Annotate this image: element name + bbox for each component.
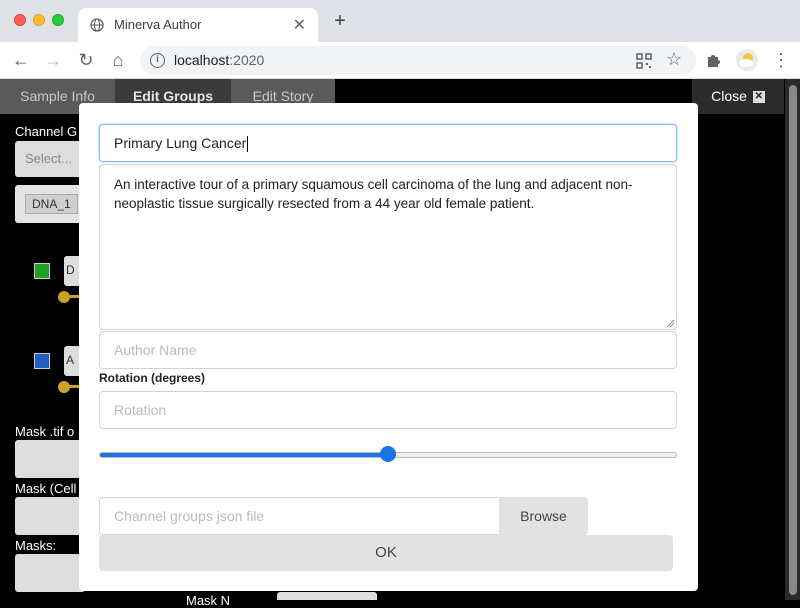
back-icon[interactable]: ←: [10, 49, 32, 71]
rotation-input[interactable]: Rotation: [99, 391, 677, 429]
story-details-modal: Primary Lung Cancer An interactive tour …: [79, 103, 698, 591]
address-bar[interactable]: i localhost:2020 ☆: [140, 46, 696, 75]
mask-tif-label: Mask .tif o: [15, 424, 75, 439]
channel-color-swatch[interactable]: [34, 353, 50, 369]
story-title-input[interactable]: Primary Lung Cancer: [99, 124, 677, 162]
ok-button[interactable]: OK: [99, 535, 673, 571]
window-maximize-button[interactable]: [52, 14, 64, 26]
browser-tab[interactable]: Minerva Author ✕: [78, 8, 318, 42]
channel-range-handle[interactable]: [58, 291, 70, 303]
mask-name-label: Mask N: [186, 593, 231, 608]
page-scrollbar[interactable]: [785, 79, 800, 600]
channel-color-swatch[interactable]: [34, 263, 50, 279]
masks-input[interactable]: [15, 554, 85, 592]
url-host: localhost: [174, 52, 230, 68]
close-label: Close: [711, 88, 747, 104]
story-description-textarea[interactable]: An interactive tour of a primary squamou…: [99, 164, 677, 330]
channel-groups-json-input[interactable]: Channel groups json file: [99, 497, 501, 535]
tab-close-icon[interactable]: ✕: [293, 15, 306, 35]
masks-label: Masks:: [15, 538, 57, 553]
channel-chip[interactable]: DNA_1: [25, 194, 78, 214]
mask-tif-input[interactable]: [15, 440, 85, 478]
channel-groups-label: Channel G: [15, 124, 78, 139]
home-icon[interactable]: ⌂: [107, 49, 129, 71]
browser-tab-bar: Minerva Author ✕ +: [0, 0, 800, 42]
window-minimize-button[interactable]: [33, 14, 45, 26]
resize-grip-icon[interactable]: [666, 319, 674, 327]
browser-toolbar: ← → ↻ ⌂ i localhost:2020 ☆ ⋮: [0, 42, 800, 79]
channel-chip-container[interactable]: DNA_1: [15, 185, 85, 223]
profile-avatar[interactable]: [736, 49, 758, 71]
scrollbar-thumb[interactable]: [789, 85, 797, 595]
channel-group-select[interactable]: Select...: [15, 141, 85, 177]
forward-icon[interactable]: →: [42, 49, 64, 71]
story-title-value: Primary Lung Cancer: [114, 135, 247, 151]
close-button[interactable]: Close ✕: [692, 79, 784, 114]
tab-title: Minerva Author: [114, 17, 202, 32]
mask-cell-input[interactable]: [15, 497, 85, 535]
extensions-puzzle-icon[interactable]: [705, 51, 723, 69]
info-icon[interactable]: i: [150, 53, 165, 68]
reload-icon[interactable]: ↻: [75, 49, 97, 71]
url-port: :2020: [229, 52, 265, 68]
browser-menu-icon[interactable]: ⋮: [772, 49, 790, 71]
channel-range-handle[interactable]: [58, 381, 70, 393]
text-caret: [247, 136, 249, 153]
new-tab-button[interactable]: +: [330, 11, 350, 31]
rotation-slider-thumb[interactable]: [380, 446, 396, 462]
close-icon: ✕: [752, 91, 765, 104]
author-name-input[interactable]: Author Name: [99, 331, 677, 369]
window-close-button[interactable]: [14, 14, 26, 26]
rotation-label: Rotation (degrees): [99, 371, 206, 385]
mask-cell-label: Mask (Cell: [15, 481, 77, 496]
globe-icon: [90, 18, 104, 32]
weather-avatar-icon: [739, 53, 753, 67]
bookmark-star-icon[interactable]: ☆: [666, 49, 682, 70]
story-description-value: An interactive tour of a primary squamou…: [114, 177, 633, 211]
browse-button[interactable]: Browse: [499, 497, 588, 535]
url-text: localhost:2020: [174, 52, 264, 68]
mask-name-input[interactable]: [277, 592, 377, 600]
rotation-slider-fill: [100, 453, 387, 457]
qr-code-icon[interactable]: [636, 53, 652, 69]
